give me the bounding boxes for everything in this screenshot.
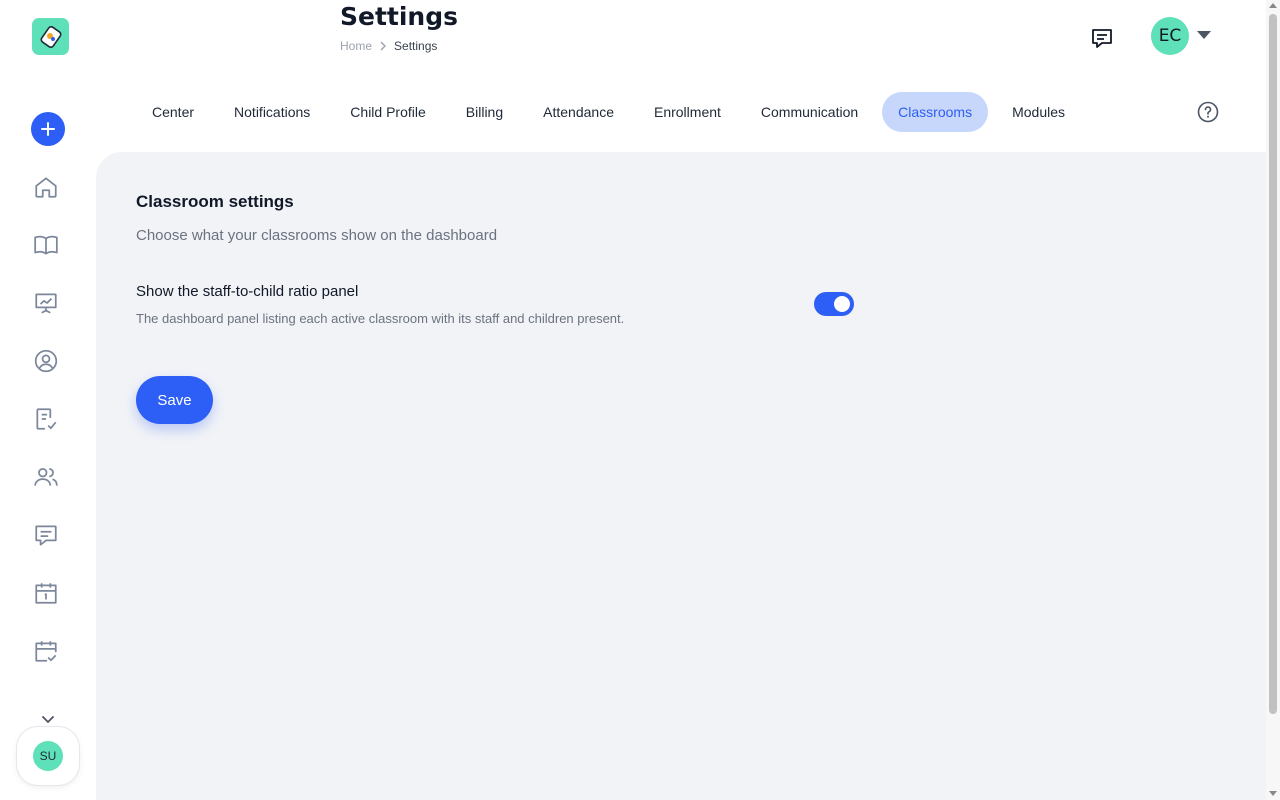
nav-reports[interactable]: [32, 289, 60, 317]
help-button[interactable]: [1197, 101, 1219, 123]
plus-icon: [41, 122, 55, 136]
checklist-icon: [36, 408, 57, 430]
toggle-knob: [834, 296, 850, 312]
tab-child-profile[interactable]: Child Profile: [334, 92, 441, 132]
help-icon: [1197, 101, 1219, 123]
users-icon: [34, 468, 58, 486]
tab-modules[interactable]: Modules: [996, 92, 1081, 132]
calendar-check-icon: [35, 641, 57, 662]
breadcrumb: Home Settings: [340, 39, 437, 53]
section-title: Classroom settings: [136, 192, 294, 211]
breadcrumb-home-link[interactable]: Home: [340, 39, 372, 53]
tab-classrooms[interactable]: Classrooms: [882, 92, 989, 132]
breadcrumb-current: Settings: [394, 39, 438, 53]
scroll-down-arrow-icon[interactable]: [1269, 791, 1277, 796]
nav-messages[interactable]: [32, 521, 60, 549]
nav-people[interactable]: [32, 463, 60, 491]
ratio-panel-label: Show the staff-to-child ratio panel: [136, 283, 359, 300]
settings-tabs: Center Notifications Child Profile Billi…: [136, 92, 1089, 132]
section-subtitle: Choose what your classrooms show on the …: [136, 227, 498, 244]
tab-notifications[interactable]: Notifications: [218, 92, 326, 132]
settings-panel: Classroom settings Choose what your clas…: [96, 152, 1266, 800]
sidebar: SU: [0, 0, 96, 800]
add-button[interactable]: [31, 112, 65, 146]
save-button[interactable]: Save: [136, 376, 213, 424]
message-icon: [35, 525, 57, 546]
ratio-panel-toggle[interactable]: [814, 292, 854, 316]
tab-billing[interactable]: Billing: [450, 92, 519, 132]
page-scrollbar[interactable]: [1266, 0, 1280, 800]
presentation-icon: [35, 293, 57, 314]
user-avatar: SU: [33, 741, 63, 771]
messages-button[interactable]: [1088, 24, 1116, 52]
nav-learning[interactable]: [32, 231, 60, 259]
user-avatar-button[interactable]: EC: [1151, 17, 1189, 55]
nav-schedule[interactable]: [32, 637, 60, 665]
page-title: Settings: [340, 2, 459, 31]
tab-center[interactable]: Center: [136, 92, 210, 132]
calendar-icon: [35, 583, 57, 604]
app-logo[interactable]: [32, 18, 69, 55]
tab-attendance[interactable]: Attendance: [527, 92, 630, 132]
scrollbar-thumb[interactable]: [1269, 14, 1277, 714]
nav-profiles[interactable]: [32, 347, 60, 375]
tab-enrollment[interactable]: Enrollment: [638, 92, 737, 132]
profile-icon: [34, 349, 58, 373]
nav-checklist[interactable]: [32, 405, 60, 433]
scroll-up-arrow-icon[interactable]: [1269, 3, 1277, 8]
home-icon: [35, 177, 57, 198]
nav-home[interactable]: [32, 173, 60, 201]
breadcrumb-chevron-icon: [380, 41, 387, 51]
current-user-button[interactable]: SU: [16, 726, 80, 786]
tab-communication[interactable]: Communication: [745, 92, 874, 132]
ratio-panel-description: The dashboard panel listing each active …: [136, 311, 625, 326]
chat-icon: [1092, 29, 1112, 48]
logo-pencil-icon: [39, 25, 62, 48]
nav-calendar[interactable]: [32, 579, 60, 607]
book-icon: [34, 235, 58, 255]
caret-down-icon[interactable]: [1197, 31, 1211, 39]
